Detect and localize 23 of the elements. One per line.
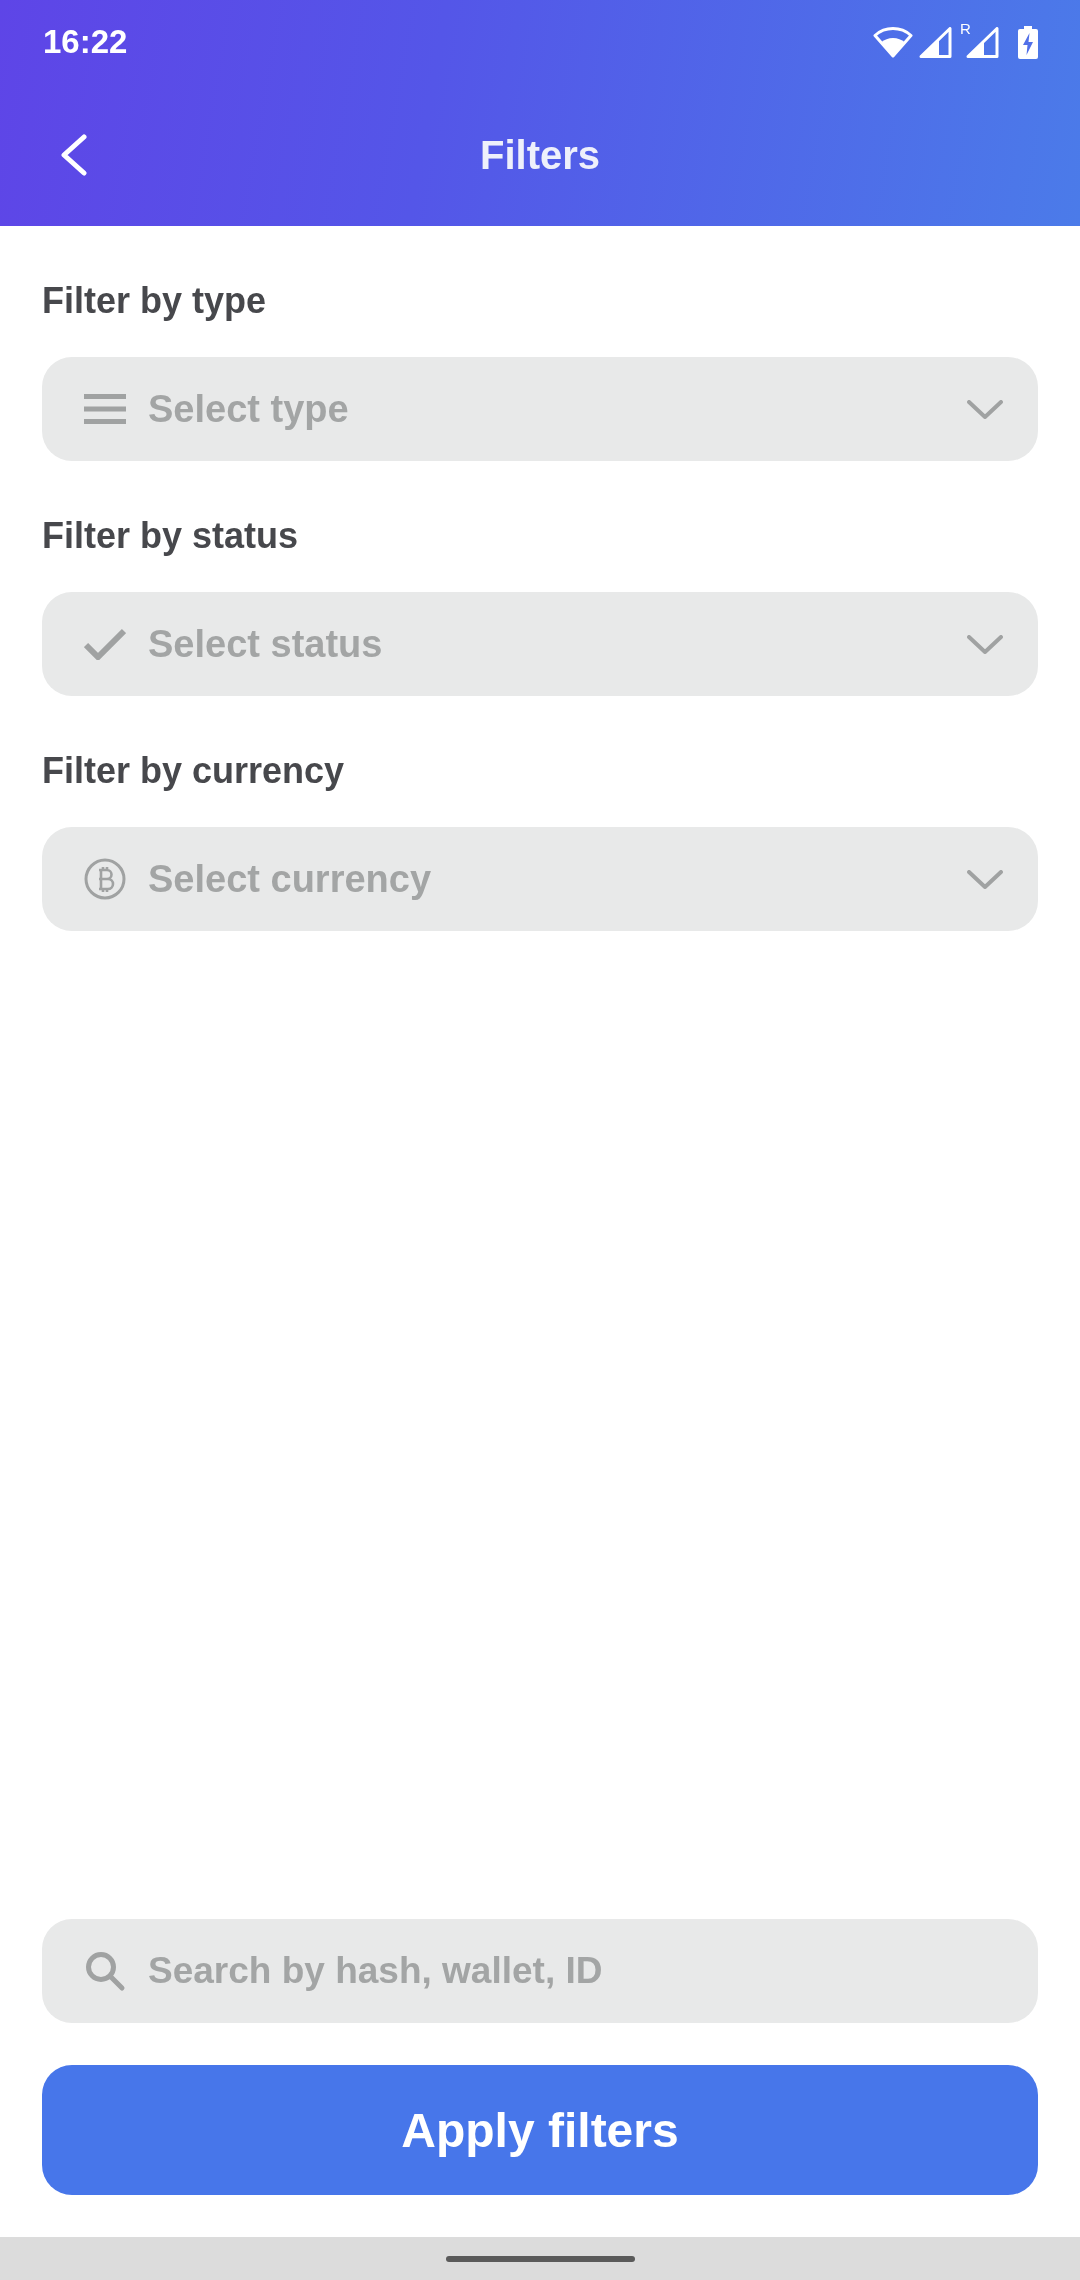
home-handle[interactable] [445,2256,635,2262]
filter-label: Filter by status [42,515,299,557]
chevron-down-icon [967,634,1003,654]
list-icon [84,393,126,425]
filter-label: Filter by currency [42,750,345,792]
select-dropdown[interactable]: Select status [42,592,1038,696]
roaming-indicator: R [960,20,971,36]
filter-label: Filter by type [42,280,267,322]
select-dropdown[interactable]: Select currency [42,827,1038,931]
select-dropdown[interactable]: Select type [42,357,1038,461]
check-icon [84,628,126,660]
bitcoin-icon [84,858,126,900]
signal-icon [919,26,952,58]
apply-filters-button[interactable]: Apply filters [42,2065,1038,2195]
search-field[interactable]: Search by hash, wallet, ID [42,1919,1038,2023]
battery-charging-icon [1018,25,1038,59]
screen-title: Filters [479,132,600,179]
chevron-down-icon [967,399,1003,419]
back-icon [60,134,87,176]
wifi-icon [873,26,913,58]
chevron-down-icon [967,869,1003,889]
search-icon [84,1950,126,1992]
status-time: 16:22 [43,23,128,61]
